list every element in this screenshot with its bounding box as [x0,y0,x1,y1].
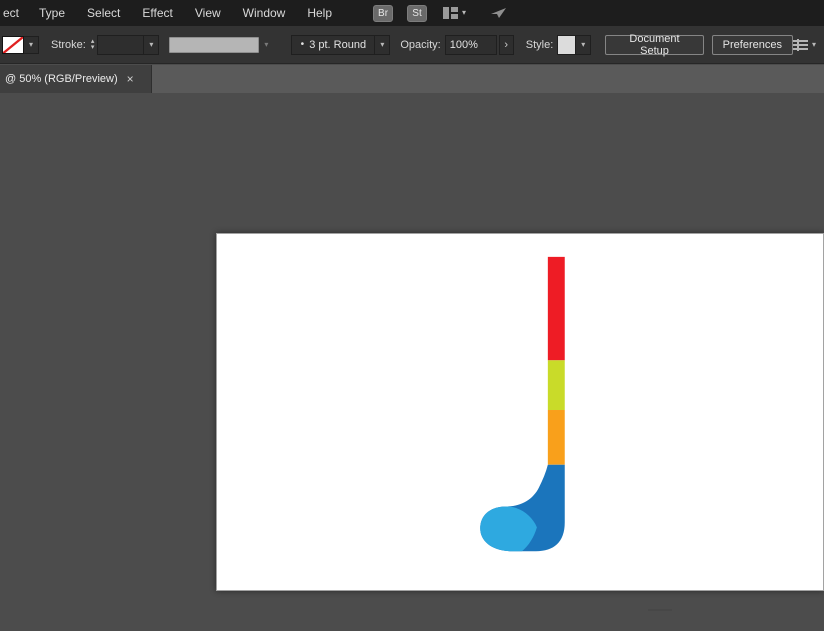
document-tab-label: @ 50% (RGB/Preview) [5,73,118,85]
stock-icon[interactable]: St [407,4,428,22]
style-swatch [558,35,576,54]
align-icon [792,38,808,51]
stick-segment-lime[interactable] [547,360,565,411]
menu-item-label: Help [307,6,333,20]
workspace-icon [443,7,459,19]
stroke-weight-dropdown[interactable]: ▾ [97,34,160,55]
brush-definition-value: 3 pt. Round [309,38,367,51]
artboard[interactable] [216,233,824,591]
width-profile-preview [169,36,260,53]
opacity-label: Opacity: [400,38,441,51]
chevron-right-icon: › [504,38,509,51]
stroke-color-widget[interactable]: ▾ [2,35,39,54]
chevron-down-icon: ▾ [264,39,269,49]
menu-item-label: Effect [142,6,173,20]
opacity-flyout-button[interactable]: › [498,34,514,55]
stick-segment-orange[interactable] [547,410,565,465]
bridge-icon[interactable]: Br [373,4,394,22]
stroke-weight-dropdown-button[interactable]: ▾ [143,35,158,54]
menu-item-view[interactable]: View [184,0,232,26]
style-dropdown-button[interactable]: ▾ [575,35,590,54]
align-options-dropdown[interactable]: ▾ [792,38,816,51]
menu-item-label: View [194,6,221,20]
menu-item-label: ect [3,6,20,20]
chevron-down-icon: ▾ [149,39,154,49]
menu-item-object-truncated[interactable]: ect [0,0,28,26]
brush-dropdown-button[interactable]: ▾ [374,35,389,54]
style-label: Style: [525,38,554,51]
stick-segment-red[interactable] [547,256,565,361]
width-profile-dropdown[interactable]: ▾ [169,36,273,53]
preferences-button[interactable]: Preferences [711,34,793,55]
no-stroke-swatch-icon[interactable] [2,35,24,54]
hockey-stick-artwork [480,256,565,552]
menu-item-label: Select [87,6,121,20]
menu-item-label: Window [242,6,286,20]
menu-item-label: Type [39,6,66,20]
menu-item-type[interactable]: Type [28,0,76,26]
control-bar: ▾ Stroke: ▴ ▾ ▾ ▾ • 3 pt. Round ▾ Opacit… [0,26,824,64]
chevron-down-icon: ▾ [811,39,816,49]
menu-item-help[interactable]: Help [296,0,343,26]
document-tab[interactable]: @ 50% (RGB/Preview) × [0,65,152,93]
document-tab-bar: @ 50% (RGB/Preview) × [0,65,824,93]
share-icon[interactable] [490,6,508,20]
close-icon[interactable]: × [127,73,134,85]
no-color-diagonal-icon [3,36,23,53]
brush-dot-icon: • [300,39,305,50]
stroke-weight-stepper[interactable]: ▴ ▾ [91,38,95,51]
document-setup-button[interactable]: Document Setup [605,33,704,57]
stroke-weight-value [98,36,143,54]
chevron-down-icon: ▾ [581,39,586,49]
pasteboard[interactable] [0,93,824,631]
menu-item-window[interactable]: Window [232,0,297,26]
chevron-down-icon: ▾ [380,39,385,49]
menu-bar: ect Type Select Effect View Window Help … [0,0,824,26]
artboard-label-dash [648,609,672,611]
chevron-down-icon: ▾ [28,39,33,49]
stepper-down-icon[interactable]: ▾ [91,44,95,51]
menu-item-effect[interactable]: Effect [131,0,183,26]
stroke-color-dropdown-button[interactable]: ▾ [24,35,39,54]
style-dropdown[interactable]: ▾ [557,34,592,55]
opacity-input[interactable] [444,34,497,55]
chevron-down-icon: ▾ [462,8,467,17]
paper-plane-icon [491,8,507,18]
stroke-label: Stroke: [51,38,86,51]
menu-item-select[interactable]: Select [76,0,131,26]
workspace-switcher[interactable]: ▾ [443,7,466,19]
brush-definition-dropdown[interactable]: • 3 pt. Round ▾ [291,34,391,55]
